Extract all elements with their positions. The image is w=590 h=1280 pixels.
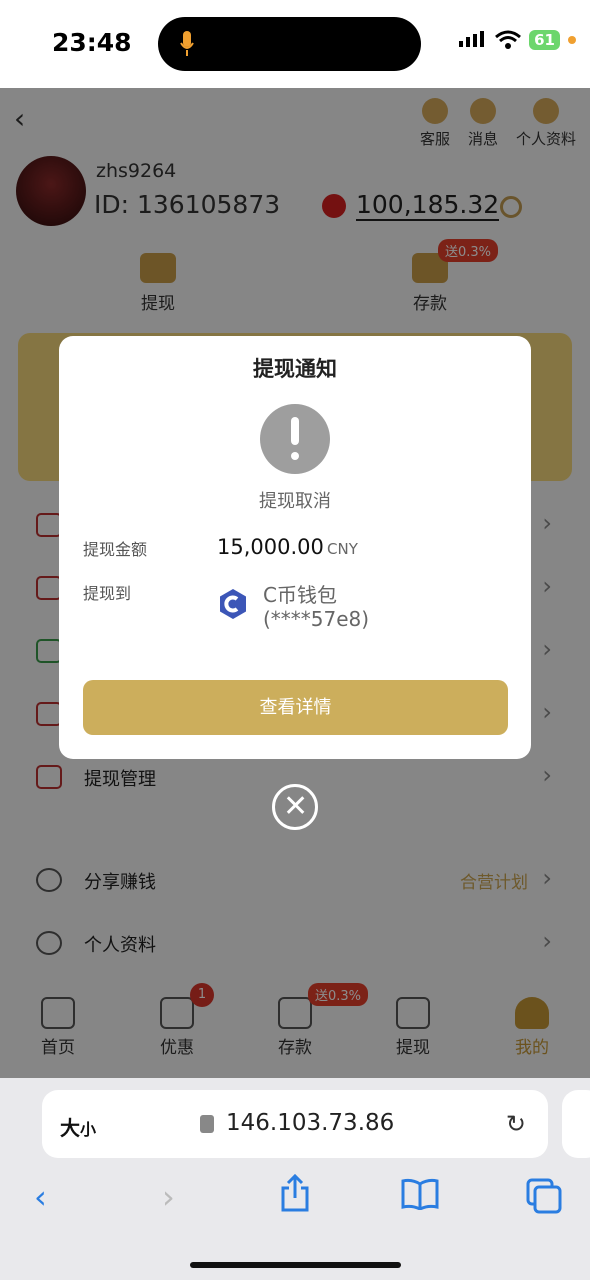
withdraw-notice-modal: 提现通知 提现取消 提现金额 15,000.00 CNY 提现到 C币钱包 (*… [59, 336, 531, 759]
wifi-icon [495, 30, 522, 49]
status-bar: 23:48 61 [0, 0, 590, 88]
address-bar[interactable]: 大小 146.103.73.86 ↻ [42, 1090, 548, 1158]
view-details-button[interactable]: 查看详情 [83, 680, 508, 735]
alert-icon [260, 404, 330, 474]
text-size-large: 大 [60, 1116, 80, 1140]
close-icon: ✕ [283, 789, 309, 824]
lock-icon [200, 1115, 214, 1133]
wallet-name: C币钱包 [263, 583, 337, 607]
c-wallet-logo-icon [220, 589, 246, 619]
back-icon[interactable]: ‹ [34, 1178, 47, 1216]
share-icon[interactable] [280, 1174, 310, 1212]
microphone-icon [180, 31, 194, 56]
tabs-icon[interactable] [526, 1178, 562, 1214]
next-tab-preview[interactable] [562, 1090, 590, 1158]
browser-toolbar: 大小 146.103.73.86 ↻ ‹ › [0, 1078, 590, 1280]
url-text: 146.103.73.86 [226, 1110, 395, 1136]
text-size-small: 小 [80, 1120, 97, 1139]
dynamic-island [158, 17, 421, 71]
battery-icon: 61 [529, 30, 560, 50]
wallet-account: (****57e8) [263, 607, 370, 631]
destination-label: 提现到 [83, 584, 132, 603]
status-icons: 61 [459, 30, 576, 50]
privacy-indicator-dot [568, 36, 576, 44]
close-modal-button[interactable]: ✕ [272, 784, 318, 830]
amount-label: 提现金额 [83, 540, 148, 559]
withdraw-amount: 15,000.00 [217, 535, 324, 559]
home-indicator [190, 1262, 401, 1268]
signal-icon [459, 31, 485, 47]
reload-icon[interactable]: ↻ [506, 1110, 526, 1138]
bookmarks-icon[interactable] [400, 1178, 440, 1210]
text-size-button[interactable]: 大小 [60, 1112, 96, 1141]
currency-code: CNY [327, 540, 358, 558]
modal-title: 提现通知 [253, 357, 337, 381]
status-time: 23:48 [52, 28, 132, 57]
forward-icon[interactable]: › [162, 1178, 175, 1216]
withdraw-status: 提现取消 [259, 491, 331, 512]
